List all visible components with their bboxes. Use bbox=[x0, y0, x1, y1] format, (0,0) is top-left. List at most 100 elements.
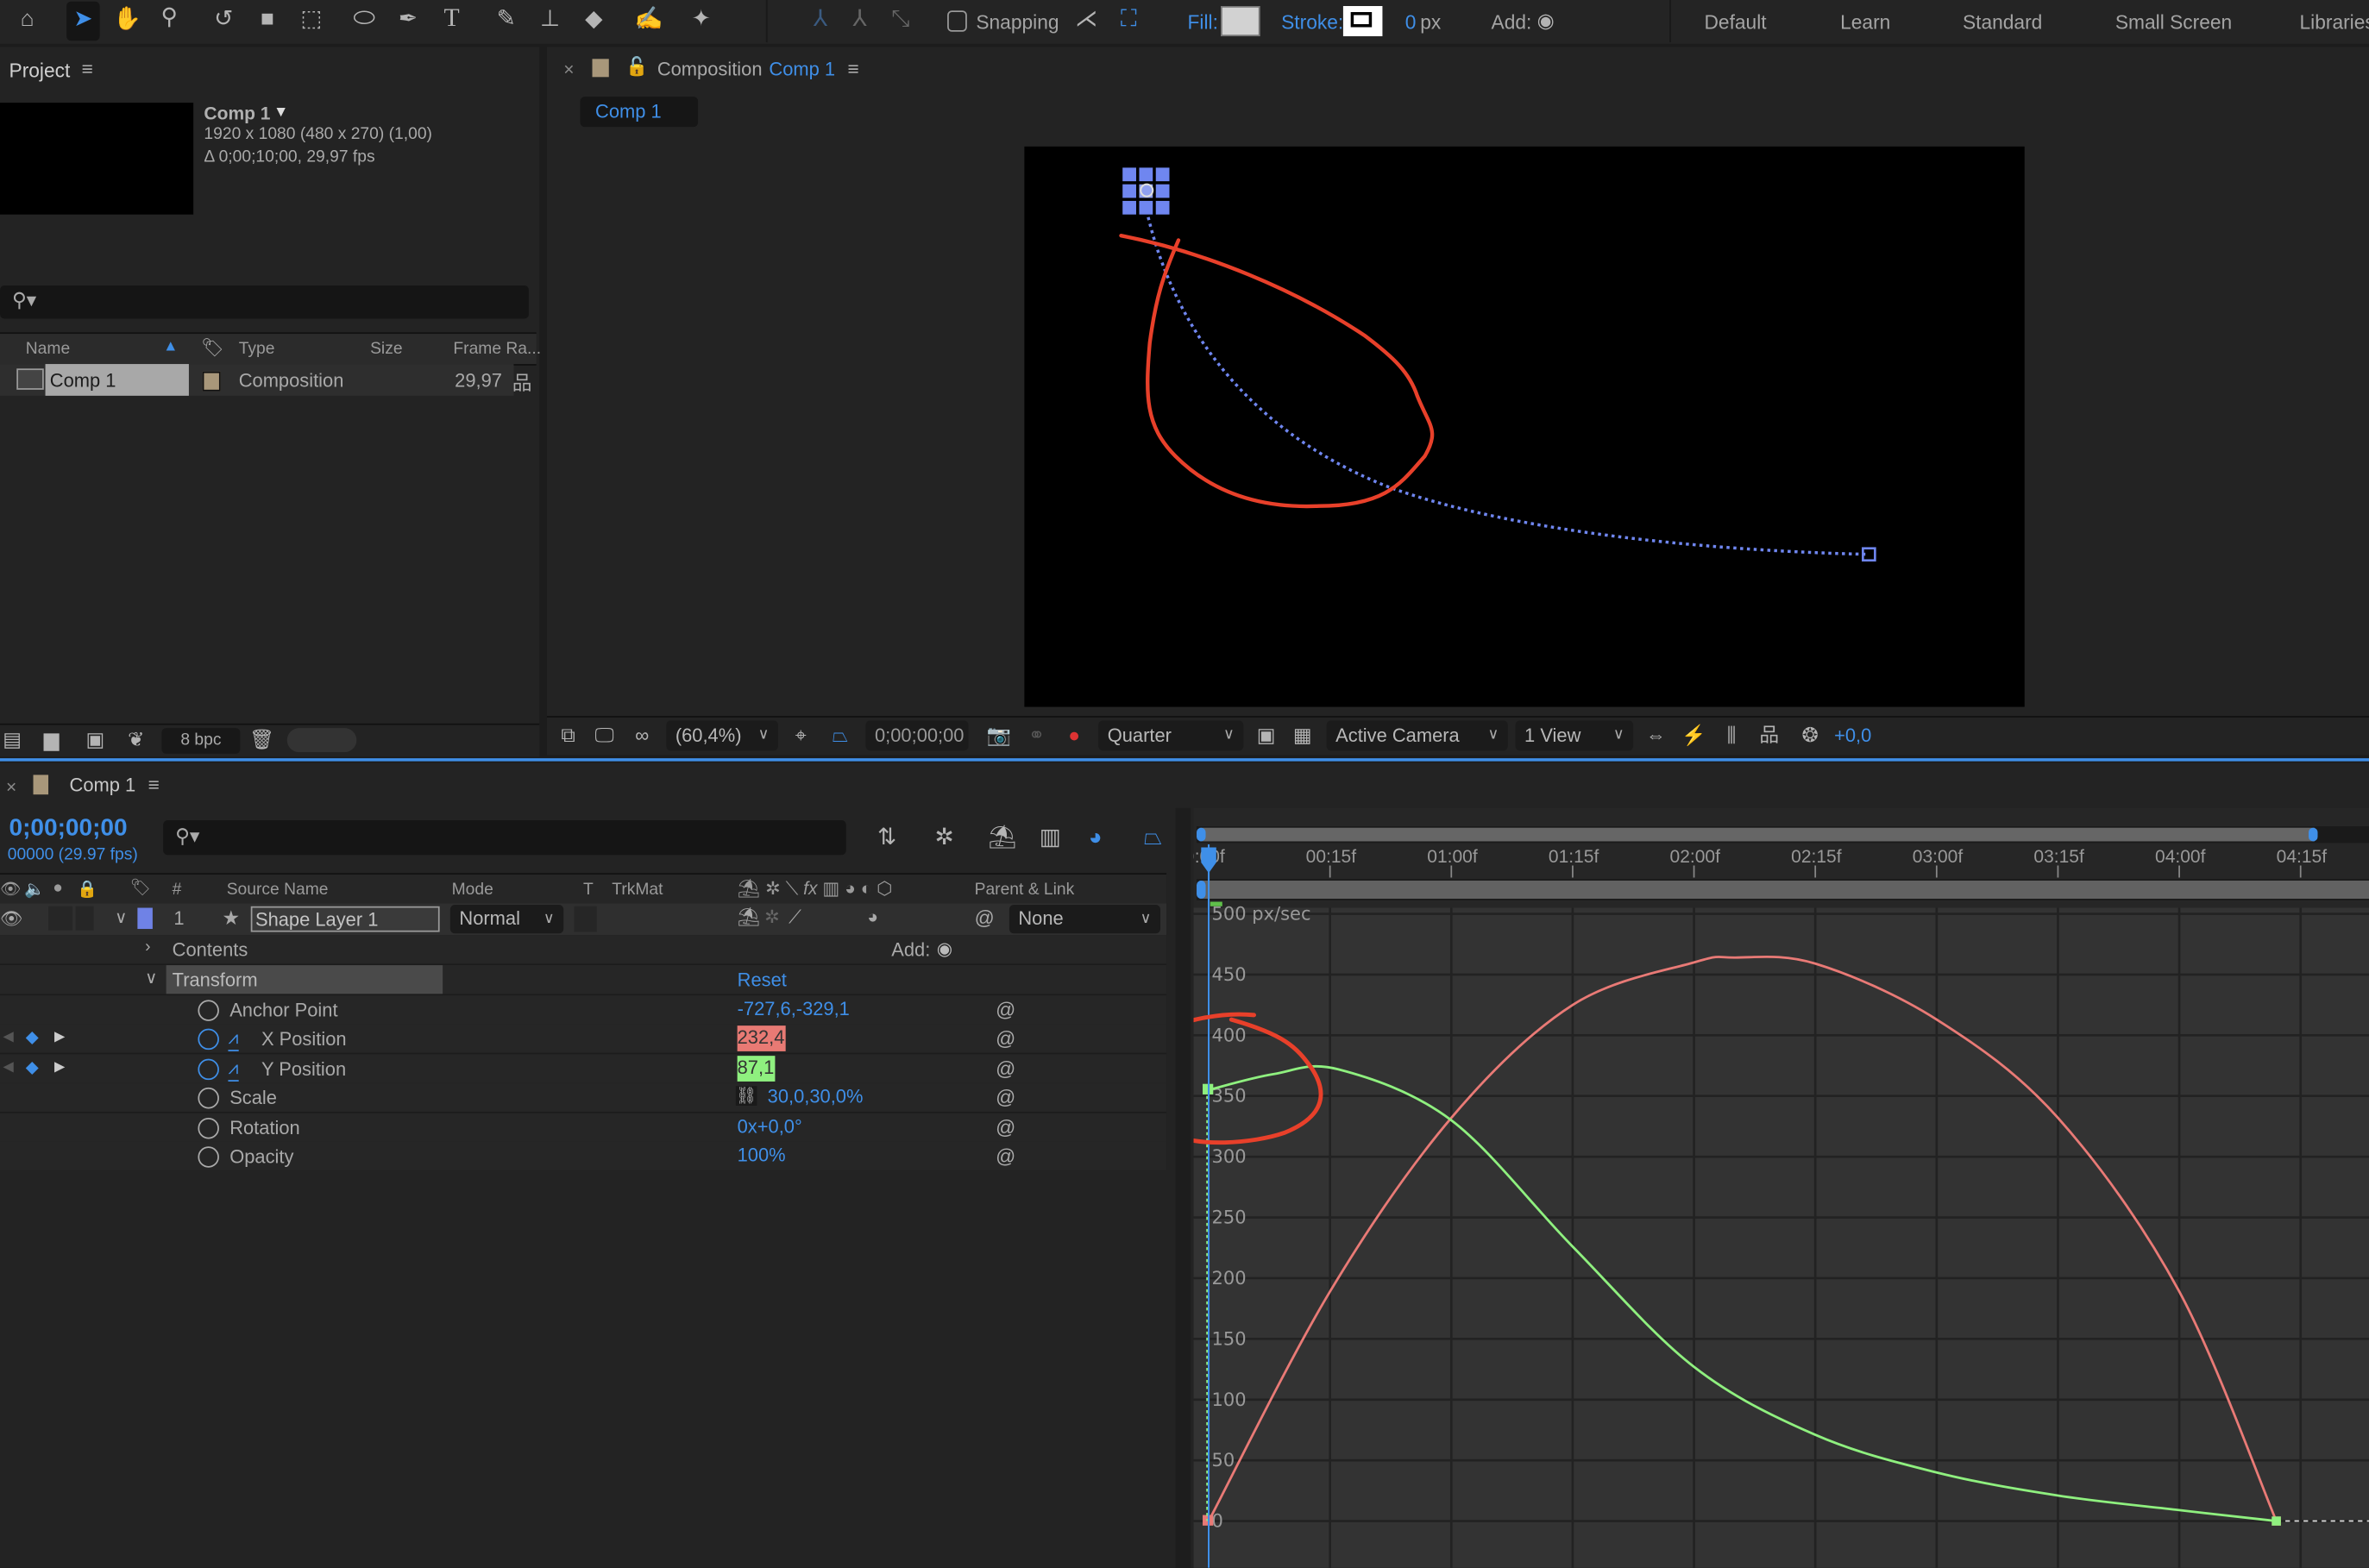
label-color-swatch[interactable] bbox=[202, 371, 221, 392]
draft-3d-icon[interactable]: ✲ bbox=[931, 825, 958, 850]
collapse-switch-icon[interactable]: ✲ bbox=[764, 906, 780, 928]
zoom-tool-icon[interactable]: ⚲ bbox=[155, 5, 183, 30]
property-value[interactable]: 87,1 bbox=[737, 1056, 776, 1082]
region-of-interest-icon[interactable]: ⏢ bbox=[828, 724, 852, 748]
snap-bounds-icon[interactable]: ⛶ bbox=[1115, 7, 1142, 32]
column-number[interactable]: # bbox=[173, 881, 182, 899]
snap-options-icon[interactable]: ⋌ bbox=[1072, 7, 1100, 32]
puppet-tool-icon[interactable]: ✦ bbox=[688, 7, 715, 32]
snapshot-icon[interactable]: 📷 bbox=[987, 724, 1011, 748]
stopwatch-icon[interactable] bbox=[198, 1146, 219, 1168]
project-item-row[interactable]: Comp 1 Composition 29,97 bbox=[0, 364, 514, 396]
trash-icon[interactable]: 🗑 bbox=[249, 728, 274, 752]
add-menu-icon[interactable]: ◉ bbox=[937, 938, 952, 960]
panel-menu-icon[interactable]: ≡ bbox=[847, 58, 858, 80]
eraser-tool-icon[interactable]: ◆ bbox=[580, 7, 607, 32]
expand-chevron-icon[interactable]: › bbox=[145, 938, 150, 956]
clone-stamp-tool-icon[interactable]: ⊥ bbox=[537, 7, 564, 32]
property-value[interactable]: 30,0,30,0% bbox=[768, 1086, 864, 1107]
layer-row[interactable]: 👁 ∨ 1 ★ Shape Layer 1 Normal ∨ ⛱ ✲ ⟋ ◕ @ … bbox=[0, 903, 1167, 937]
pick-whip-icon[interactable]: @ bbox=[996, 1116, 1015, 1138]
hand-tool-icon[interactable]: ✋ bbox=[113, 7, 141, 32]
motion-blur-switch-icon[interactable]: ◕ bbox=[867, 906, 878, 928]
previous-keyframe-icon[interactable]: ◀ bbox=[3, 1059, 14, 1076]
toggle-pixel-aspect-icon[interactable]: ⇔ bbox=[1643, 724, 1668, 748]
graph-include-icon[interactable]: ⩘ bbox=[228, 1027, 239, 1051]
reset-exposure-icon[interactable]: ❂ bbox=[1798, 724, 1822, 748]
property-value[interactable]: -727,6,-329,1 bbox=[738, 999, 850, 1020]
layer-switches-icons[interactable]: ⛱ ✲ ⟍ fx ▥ ◕ ◐ ⬡ bbox=[738, 878, 893, 900]
graph-include-icon[interactable]: ⩘ bbox=[228, 1057, 239, 1082]
column-type[interactable]: Type bbox=[239, 340, 275, 358]
keyframe-diamond-icon[interactable]: ◆ bbox=[26, 1027, 39, 1047]
work-area-bar[interactable] bbox=[1199, 881, 2369, 900]
project-search-input[interactable]: ⚲▾ bbox=[0, 285, 529, 319]
pick-whip-icon[interactable]: @ bbox=[996, 1057, 1015, 1080]
thumbnail-size-slider[interactable] bbox=[286, 728, 357, 753]
brush-tool-icon[interactable]: ✎ bbox=[493, 7, 520, 32]
tab-comp-1[interactable]: Comp 1 bbox=[580, 97, 699, 128]
stopwatch-icon[interactable] bbox=[198, 1058, 219, 1081]
next-keyframe-icon[interactable]: ▶ bbox=[54, 1029, 65, 1045]
fill-swatch[interactable] bbox=[1221, 6, 1260, 37]
pen-tool-icon[interactable]: ✒ bbox=[394, 7, 422, 32]
column-mode[interactable]: Mode bbox=[452, 881, 493, 899]
workspace-standard[interactable]: Standard bbox=[1963, 10, 2042, 33]
mask-visibility-icon[interactable]: ∞ bbox=[630, 724, 654, 748]
rotate-tool-icon[interactable]: ↺ bbox=[210, 7, 237, 32]
pan-behind-tool-icon[interactable]: ⬚ bbox=[298, 7, 325, 32]
workspace-learn[interactable]: Learn bbox=[1840, 10, 1890, 33]
dynamic-link-icon[interactable]: ❦ bbox=[124, 728, 148, 752]
fast-draft-icon[interactable]: ⚡ bbox=[1681, 724, 1706, 748]
new-composition-icon[interactable]: ▣ bbox=[82, 728, 110, 752]
graph-editor-icon[interactable]: ⏢ bbox=[1139, 825, 1166, 850]
property-value[interactable]: 0x+0,0° bbox=[738, 1116, 802, 1138]
close-icon[interactable]: × bbox=[563, 59, 574, 80]
composition-viewer[interactable] bbox=[1024, 146, 2025, 707]
property-row[interactable]: ◀ ◆ ▶ ⩘ X Position 232,4 @ bbox=[0, 1024, 1167, 1055]
quality-switch-icon[interactable]: ⟋ bbox=[789, 906, 801, 929]
resolution-dropdown[interactable]: Quarter ∨ bbox=[1098, 720, 1244, 751]
property-value[interactable]: 100% bbox=[738, 1145, 786, 1166]
lock-toggle[interactable] bbox=[75, 906, 94, 931]
panel-menu-icon[interactable]: ≡ bbox=[82, 58, 93, 80]
expand-chevron-icon[interactable]: ∨ bbox=[115, 908, 127, 927]
pick-whip-icon[interactable]: @ bbox=[996, 999, 1015, 1021]
blend-mode-dropdown[interactable]: Normal ∨ bbox=[449, 905, 564, 934]
camera-tool-icon[interactable]: ■ bbox=[254, 7, 281, 32]
property-row[interactable]: Scale ⛓ 30,0,30,0% @ bbox=[0, 1082, 1167, 1113]
workspace-libraries[interactable]: Libraries bbox=[2299, 10, 2369, 33]
magnification-dropdown[interactable]: (60,4%) ∨ bbox=[666, 720, 778, 751]
column-frame-rate[interactable]: Frame Ra... bbox=[453, 340, 541, 358]
property-value[interactable]: 232,4 bbox=[737, 1025, 787, 1051]
shy-layers-icon[interactable]: ⛱ bbox=[988, 825, 1016, 850]
video-switch-icon[interactable]: 👁 bbox=[0, 879, 21, 899]
previous-keyframe-icon[interactable]: ◀ bbox=[3, 1029, 14, 1045]
solo-toggle[interactable] bbox=[48, 906, 73, 931]
property-row[interactable]: Rotation 0x+0,0° @ bbox=[0, 1113, 1167, 1144]
label-tag-icon[interactable]: 🏷 bbox=[130, 878, 151, 897]
pick-whip-icon[interactable]: @ bbox=[996, 1027, 1015, 1050]
current-time-field[interactable]: 0;00;00;00 bbox=[865, 720, 969, 751]
trkmat-field[interactable] bbox=[574, 906, 597, 932]
home-icon[interactable]: ⌂ bbox=[16, 7, 40, 32]
timeline-tab-label[interactable]: Comp 1 bbox=[70, 775, 136, 796]
composition-mini-flowchart-icon[interactable]: ⇅ bbox=[873, 825, 901, 850]
constrain-proportions-icon[interactable]: ⛓ bbox=[735, 1086, 757, 1106]
flowchart-icon[interactable]: 品 bbox=[1757, 724, 1781, 748]
exposure-value[interactable]: +0,0 bbox=[1834, 725, 1871, 747]
stroke-width-value[interactable]: 0 bbox=[1405, 10, 1417, 33]
parent-dropdown[interactable]: None ∨ bbox=[1009, 905, 1160, 934]
property-row[interactable]: ◀ ◆ ▶ ⩘ Y Position 87,1 @ bbox=[0, 1054, 1167, 1085]
always-preview-icon[interactable]: ⧉ bbox=[556, 724, 580, 748]
sort-ascending-icon[interactable]: ▲ bbox=[163, 338, 178, 354]
item-dropdown-icon[interactable]: ▼ bbox=[273, 104, 288, 121]
transform-row[interactable]: ∨ Transform Reset bbox=[0, 965, 1167, 996]
stroke-swatch[interactable] bbox=[1342, 6, 1383, 37]
column-t[interactable]: T bbox=[583, 881, 594, 899]
stopwatch-icon[interactable] bbox=[198, 1000, 219, 1021]
timeline-icon[interactable]: ⫼ bbox=[1719, 724, 1744, 748]
transparency-grid-icon[interactable]: ▦ bbox=[1291, 724, 1315, 748]
graph-editor-canvas[interactable]: 0:00f00:15f01:00f01:15f02:00f02:15f03:00… bbox=[1193, 808, 2369, 1568]
bit-depth-button[interactable]: 8 bpc bbox=[161, 728, 241, 754]
